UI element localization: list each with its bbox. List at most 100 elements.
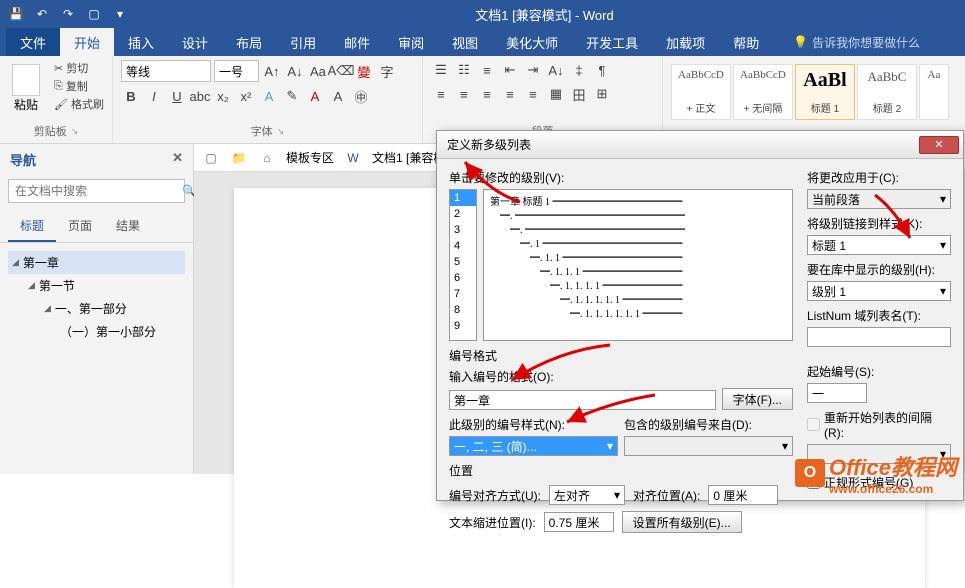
style-normal[interactable]: AaBbCcD + 正文 [671, 64, 731, 120]
subscript-icon[interactable]: x₂ [213, 86, 233, 106]
highlight-icon[interactable]: ✎ [282, 86, 302, 106]
search-input[interactable] [9, 184, 176, 198]
tab-layout[interactable]: 布局 [222, 28, 276, 56]
increase-indent-icon[interactable]: ⇥ [523, 60, 543, 80]
qat-dropdown-icon[interactable]: ▾ [110, 4, 130, 24]
copy-button[interactable]: ⎘复制 [54, 78, 104, 94]
restart-checkbox[interactable] [807, 418, 820, 431]
change-case-icon[interactable]: Aa [308, 61, 328, 81]
numbering-icon[interactable]: ☷ [454, 60, 474, 80]
close-icon[interactable]: ✕ [172, 150, 183, 169]
tab-insert[interactable]: 插入 [114, 28, 168, 56]
distribute-icon[interactable]: ≡ [523, 84, 543, 104]
style-heading2[interactable]: AaBbC 标题 2 [857, 64, 917, 120]
align-left-icon[interactable]: ≡ [431, 84, 451, 104]
font-size-combo[interactable]: 一号 [214, 60, 259, 82]
multilevel-icon[interactable]: ≡ [477, 60, 497, 80]
redo-icon[interactable]: ↷ [58, 4, 78, 24]
shading-icon[interactable]: ▦ [546, 84, 566, 104]
number-style-combo[interactable]: 一, 二, 三 (简)...▾ [449, 436, 618, 456]
tab-review[interactable]: 审阅 [384, 28, 438, 56]
new-icon[interactable]: ▢ [84, 4, 104, 24]
level-item[interactable]: 1 [450, 190, 476, 206]
tab-addins[interactable]: 加载项 [652, 28, 719, 56]
level-item[interactable]: 2 [450, 206, 476, 222]
dialog-launcher-icon[interactable]: ↘ [277, 126, 285, 137]
style-heading1[interactable]: AaBl 标题 1 [795, 64, 855, 120]
close-button[interactable]: ✕ [919, 136, 959, 154]
save-icon[interactable]: 💾 [6, 4, 26, 24]
level-item[interactable]: 4 [450, 238, 476, 254]
font-button[interactable]: 字体(F)... [722, 388, 793, 410]
borders-icon[interactable]: 田 [569, 84, 589, 104]
cut-button[interactable]: ✂剪切 [54, 60, 104, 76]
set-all-levels-button[interactable]: 设置所有级别(E)... [622, 511, 742, 533]
sort2-icon[interactable]: ⊞ [592, 84, 612, 104]
tree-item[interactable]: ◢第一章 [8, 251, 185, 274]
paste-button[interactable]: 粘贴 [8, 60, 44, 123]
clear-format-icon[interactable]: A⌫ [331, 61, 351, 81]
text-effects-icon[interactable]: A [259, 86, 279, 106]
indent-input[interactable] [544, 512, 614, 532]
level-item[interactable]: 7 [450, 286, 476, 302]
number-format-input[interactable] [449, 390, 716, 410]
link-style-combo[interactable]: 标题 1▾ [807, 235, 951, 255]
superscript-icon[interactable]: x² [236, 86, 256, 106]
start-at-input[interactable] [807, 383, 867, 403]
strike-icon[interactable]: abc [190, 86, 210, 106]
tab-pages[interactable]: 页面 [56, 211, 104, 242]
level-item[interactable]: 5 [450, 254, 476, 270]
nav-back-icon[interactable]: ▢ [202, 149, 220, 167]
font-name-combo[interactable]: 等线 [121, 60, 211, 82]
template-tab[interactable]: 模板专区 [286, 149, 334, 166]
level-item[interactable]: 6 [450, 270, 476, 286]
justify-icon[interactable]: ≡ [500, 84, 520, 104]
style-more[interactable]: Aa [919, 64, 949, 120]
level-item[interactable]: 8 [450, 302, 476, 318]
tab-file[interactable]: 文件 [6, 28, 60, 56]
level-list[interactable]: 1 2 3 4 5 6 7 8 9 [449, 189, 477, 341]
align-center-icon[interactable]: ≡ [454, 84, 474, 104]
tab-beautify[interactable]: 美化大师 [492, 28, 572, 56]
style-nospacing[interactable]: AaBbCcD + 无间隔 [733, 64, 793, 120]
char-border-icon[interactable]: A [328, 86, 348, 106]
italic-icon[interactable]: I [144, 86, 164, 106]
tab-design[interactable]: 设计 [168, 28, 222, 56]
enclose-icon[interactable]: 字 [377, 61, 397, 81]
format-painter-button[interactable]: 🖌格式刷 [54, 96, 104, 112]
align-at-input[interactable] [708, 485, 778, 505]
apply-to-combo[interactable]: 当前段落▾ [807, 189, 951, 209]
folder-icon[interactable]: 📁 [230, 149, 248, 167]
grow-font-icon[interactable]: A↑ [262, 61, 282, 81]
phonetic-icon[interactable]: 變 [354, 61, 374, 81]
restart-checkbox-row[interactable]: 重新开始列表的间隔(R): [807, 409, 951, 440]
tab-results[interactable]: 结果 [104, 211, 152, 242]
tree-item[interactable]: ◢第一节 [8, 274, 185, 297]
tab-devtools[interactable]: 开发工具 [572, 28, 652, 56]
align-right-icon[interactable]: ≡ [477, 84, 497, 104]
level-item[interactable]: 3 [450, 222, 476, 238]
font-color-icon[interactable]: A [305, 86, 325, 106]
bullets-icon[interactable]: ☰ [431, 60, 451, 80]
tab-headings[interactable]: 标题 [8, 211, 56, 242]
dialog-launcher-icon[interactable]: ↘ [71, 126, 79, 137]
tree-item[interactable]: （一）第一小部分 [8, 320, 185, 343]
sort-icon[interactable]: A↓ [546, 60, 566, 80]
tab-view[interactable]: 视图 [438, 28, 492, 56]
alignment-combo[interactable]: 左对齐▾ [549, 485, 625, 505]
decrease-indent-icon[interactable]: ⇤ [500, 60, 520, 80]
tab-mailings[interactable]: 邮件 [330, 28, 384, 56]
shrink-font-icon[interactable]: A↓ [285, 61, 305, 81]
circle-icon[interactable]: ㊥ [351, 86, 371, 106]
tree-item[interactable]: ◢一、第一部分 [8, 297, 185, 320]
underline-icon[interactable]: U [167, 86, 187, 106]
tab-help[interactable]: 帮助 [719, 28, 773, 56]
tab-references[interactable]: 引用 [276, 28, 330, 56]
tell-me-search[interactable]: 💡 告诉我你想要做什么 [793, 28, 920, 56]
tab-home[interactable]: 开始 [60, 28, 114, 56]
gallery-level-combo[interactable]: 级别 1▾ [807, 281, 951, 301]
line-spacing-icon[interactable]: ‡ [569, 60, 589, 80]
level-item[interactable]: 9 [450, 318, 476, 334]
nav-search[interactable]: 🔍 [8, 179, 185, 203]
bold-icon[interactable]: B [121, 86, 141, 106]
